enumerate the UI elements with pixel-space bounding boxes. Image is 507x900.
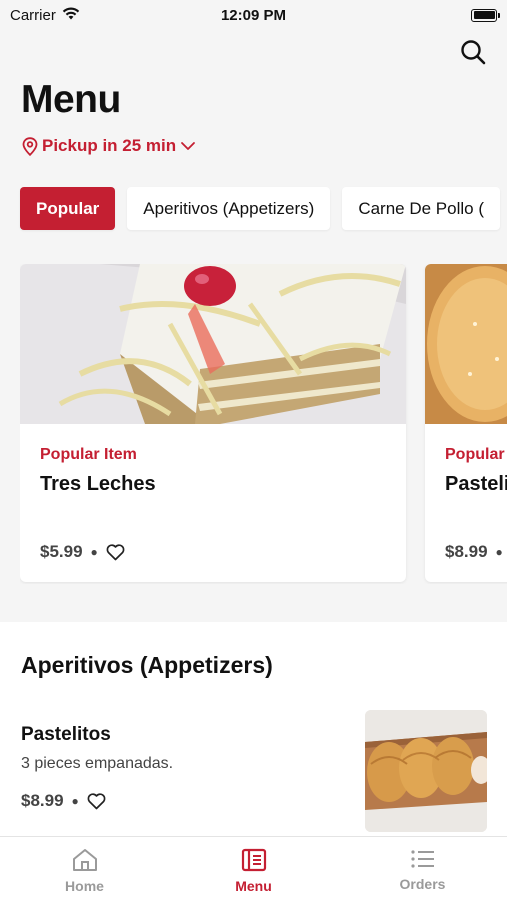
orders-icon	[410, 850, 434, 868]
carrier-label: Carrier	[10, 6, 56, 24]
page-title: Menu	[21, 78, 121, 121]
item-image[interactable]	[365, 710, 487, 832]
battery-icon	[471, 8, 500, 22]
home-icon	[72, 849, 97, 871]
card-price-row: $5.99 ●	[40, 542, 125, 562]
tabbar-home-label: Home	[65, 878, 104, 894]
location-pin-icon	[22, 136, 38, 156]
menu-icon	[241, 848, 266, 872]
heart-icon[interactable]	[87, 792, 106, 810]
separator-dot: ●	[495, 545, 503, 559]
tabbar-orders[interactable]: Orders	[338, 837, 507, 900]
card-tag: Popular Item	[40, 446, 137, 463]
tab-appetizers[interactable]: Aperitivos (Appetizers)	[127, 187, 331, 230]
popular-card[interactable]: Popular Pasteli $8.99 ●	[425, 264, 507, 582]
card-image	[425, 264, 507, 424]
card-price-row: $8.99 ●	[445, 542, 503, 562]
tab-popular[interactable]: Popular	[20, 187, 116, 230]
card-image	[20, 264, 406, 424]
section-title: Aperitivos (Appetizers)	[21, 652, 273, 678]
card-price: $8.99	[445, 542, 488, 561]
heart-icon[interactable]	[106, 543, 125, 561]
tabbar-menu[interactable]: Menu	[169, 837, 338, 900]
item-price: $8.99	[21, 791, 64, 810]
item-price-row: $8.99 ●	[21, 791, 173, 811]
menu-item[interactable]: Pastelitos 3 pieces empanadas. $8.99 ●	[21, 724, 173, 811]
tabbar-orders-label: Orders	[399, 876, 446, 892]
tab-carne-de-pollo[interactable]: Carne De Pollo (	[342, 187, 500, 230]
tabbar-menu-label: Menu	[235, 878, 272, 894]
item-name: Pastelitos	[21, 724, 111, 745]
search-button[interactable]	[457, 36, 489, 68]
wifi-icon	[62, 7, 80, 24]
card-price: $5.99	[40, 542, 83, 561]
pickup-label: Pickup in 25 min	[42, 136, 177, 155]
pickup-selector[interactable]: Pickup in 25 min	[22, 136, 196, 156]
popular-card[interactable]: Popular Item Tres Leches $5.99 ●	[20, 264, 406, 582]
card-name: Tres Leches	[40, 473, 156, 495]
card-tag: Popular	[445, 446, 505, 463]
status-bar: Carrier 12:09 PM	[0, 0, 507, 30]
chevron-down-icon	[181, 142, 196, 150]
category-tabs: Popular Aperitivos (Appetizers) Carne De…	[20, 187, 500, 230]
item-description: 3 pieces empanadas.	[21, 755, 174, 772]
card-name: Pasteli	[445, 473, 507, 495]
bottom-tab-bar: Home Menu Orders	[0, 836, 507, 900]
search-icon	[461, 40, 486, 65]
separator-dot: ●	[71, 794, 79, 808]
separator-dot: ●	[90, 545, 98, 559]
tabbar-home[interactable]: Home	[0, 837, 169, 900]
popular-carousel: Popular Item Tres Leches $5.99 ● Popular…	[20, 264, 507, 584]
